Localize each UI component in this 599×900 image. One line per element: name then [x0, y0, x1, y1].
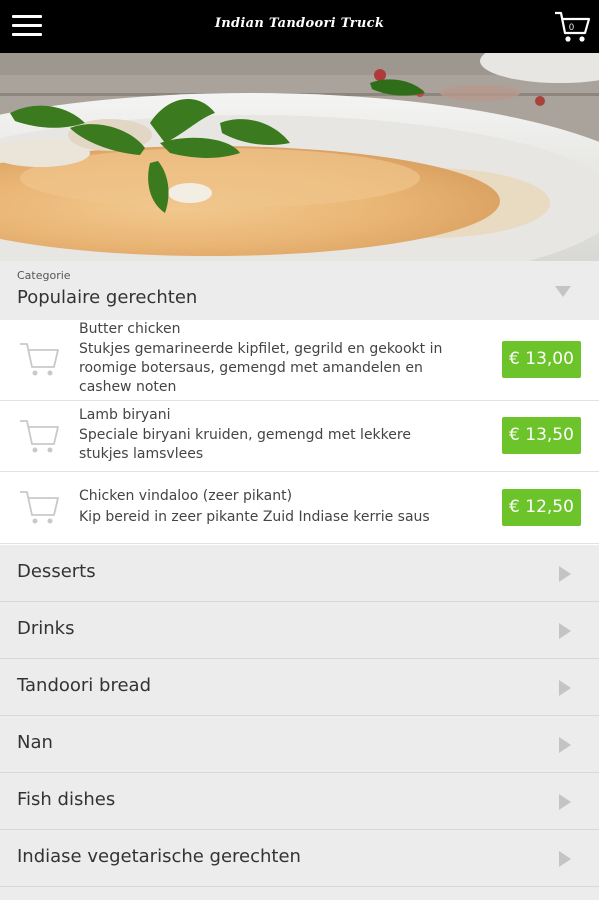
category-item-label: Nan: [17, 732, 53, 753]
brand-logo: Indian Tandoori Truck: [214, 16, 385, 31]
dish-item[interactable]: Chicken vindaloo (zeer pikant) Kip berei…: [0, 472, 599, 544]
category-item-vegetarian[interactable]: Indiase vegetarische gerechten: [0, 830, 599, 887]
chevron-right-icon: [559, 737, 571, 753]
dish-description: Stukjes gemarineerde kipfilet, gegrild e…: [79, 341, 443, 395]
chevron-down-icon[interactable]: [555, 286, 571, 297]
chevron-right-icon: [559, 680, 571, 696]
category-item-label: Tandoori bread: [17, 675, 151, 696]
dish-name: Chicken vindaloo (zeer pikant): [79, 488, 293, 504]
category-item-tandoori-bread[interactable]: Tandoori bread: [0, 659, 599, 716]
add-to-cart-icon[interactable]: [18, 417, 60, 455]
dish-name: Lamb biryani: [79, 407, 171, 423]
category-item-label: Desserts: [17, 561, 96, 582]
chevron-right-icon: [559, 794, 571, 810]
add-to-cart-icon[interactable]: [18, 488, 60, 526]
category-item-label: Drinks: [17, 618, 75, 639]
dish-item[interactable]: Butter chicken Stukjes gemarineerde kipf…: [0, 320, 599, 401]
price-badge[interactable]: € 12,50: [502, 489, 581, 526]
category-item-partial[interactable]: [0, 887, 599, 900]
category-item-desserts[interactable]: Desserts: [0, 545, 599, 602]
category-selected: Populaire gerechten: [17, 287, 198, 308]
dish-description: Speciale biryani kruiden, gemengd met le…: [79, 427, 411, 462]
add-to-cart-icon[interactable]: [18, 340, 60, 378]
category-item-nan[interactable]: Nan: [0, 716, 599, 773]
dish-description: Kip bereid in zeer pikante Zuid Indiase …: [79, 509, 430, 525]
category-item-label: Indiase vegetarische gerechten: [17, 846, 301, 867]
price-badge[interactable]: € 13,50: [502, 417, 581, 454]
category-item-label: Fish dishes: [17, 789, 116, 810]
chevron-right-icon: [559, 623, 571, 639]
hero-food-image: [0, 53, 599, 261]
dish-name: Butter chicken: [79, 321, 181, 337]
cart-count-badge: 0: [569, 22, 575, 32]
category-label: Categorie: [17, 269, 71, 282]
category-selector[interactable]: Categorie Populaire gerechten: [0, 261, 599, 320]
shopping-cart-icon[interactable]: 0: [554, 10, 592, 44]
category-item-fish-dishes[interactable]: Fish dishes: [0, 773, 599, 830]
category-item-drinks[interactable]: Drinks: [0, 602, 599, 659]
dish-item[interactable]: Lamb biryani Speciale biryani kruiden, g…: [0, 401, 599, 472]
top-bar: Indian Tandoori Truck 0: [0, 0, 599, 53]
chevron-right-icon: [559, 566, 571, 582]
chevron-right-icon: [559, 851, 571, 867]
price-badge[interactable]: € 13,00: [502, 341, 581, 378]
